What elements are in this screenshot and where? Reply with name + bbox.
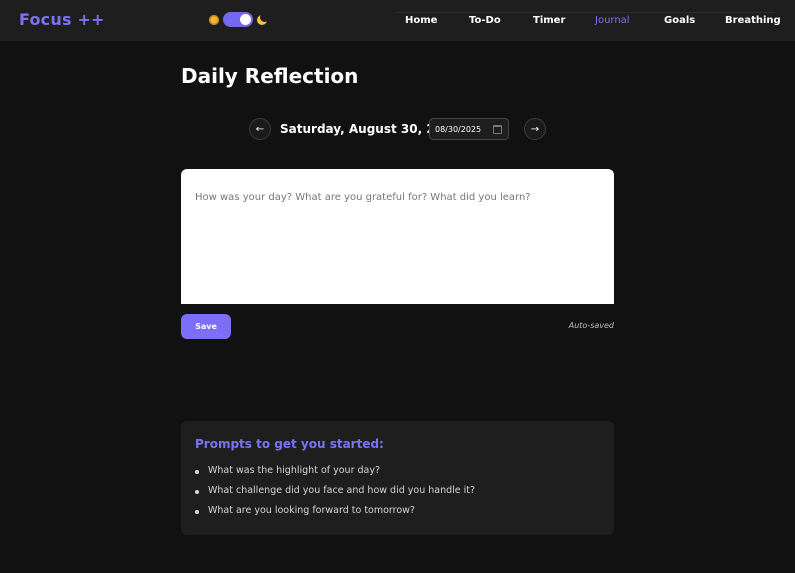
prev-day-button[interactable]: ← bbox=[249, 118, 271, 140]
top-navbar: Focus ++ Home To-Do Timer Journal Goals … bbox=[0, 0, 795, 41]
calendar-icon[interactable] bbox=[493, 125, 502, 134]
nav-item-breathing[interactable]: Breathing bbox=[725, 15, 781, 26]
nav-item-home[interactable]: Home bbox=[405, 15, 437, 26]
nav-item-todo[interactable]: To-Do bbox=[469, 15, 501, 26]
nav-item-journal[interactable]: Journal bbox=[595, 15, 630, 26]
prompt-item: What was the highlight of your day? bbox=[194, 465, 381, 476]
prompts-title: Prompts to get you started: bbox=[195, 437, 384, 451]
nav-item-timer[interactable]: Timer bbox=[533, 15, 565, 26]
prompt-item: What challenge did you face and how did … bbox=[194, 485, 476, 496]
moon-icon bbox=[257, 12, 269, 25]
theme-switch[interactable] bbox=[223, 12, 253, 27]
save-button[interactable]: Save bbox=[181, 314, 231, 339]
nav-links: Home To-Do Timer Journal Goals Breathing bbox=[395, 12, 781, 30]
journal-textarea[interactable]: How was your day? What are you grateful … bbox=[181, 169, 614, 304]
nav-item-goals[interactable]: Goals bbox=[664, 15, 695, 26]
date-input-value: 08/30/2025 bbox=[435, 124, 482, 134]
next-day-button[interactable]: → bbox=[524, 118, 546, 140]
switch-knob bbox=[240, 14, 251, 25]
date-navigation: ← Saturday, August 30, 2025 08/30/2025 → bbox=[249, 118, 546, 141]
autosave-status: Auto-saved bbox=[568, 321, 614, 330]
sun-icon bbox=[209, 14, 219, 25]
app-logo[interactable]: Focus ++ bbox=[19, 10, 105, 29]
page-title: Daily Reflection bbox=[181, 64, 359, 88]
prompt-item: What are you looking forward to tomorrow… bbox=[195, 505, 415, 516]
prompts-card: Prompts to get you started: What was the… bbox=[181, 421, 614, 535]
date-picker-input[interactable]: 08/30/2025 bbox=[429, 118, 509, 140]
journal-placeholder: How was your day? What are you grateful … bbox=[195, 192, 531, 203]
theme-toggle[interactable] bbox=[209, 12, 269, 27]
